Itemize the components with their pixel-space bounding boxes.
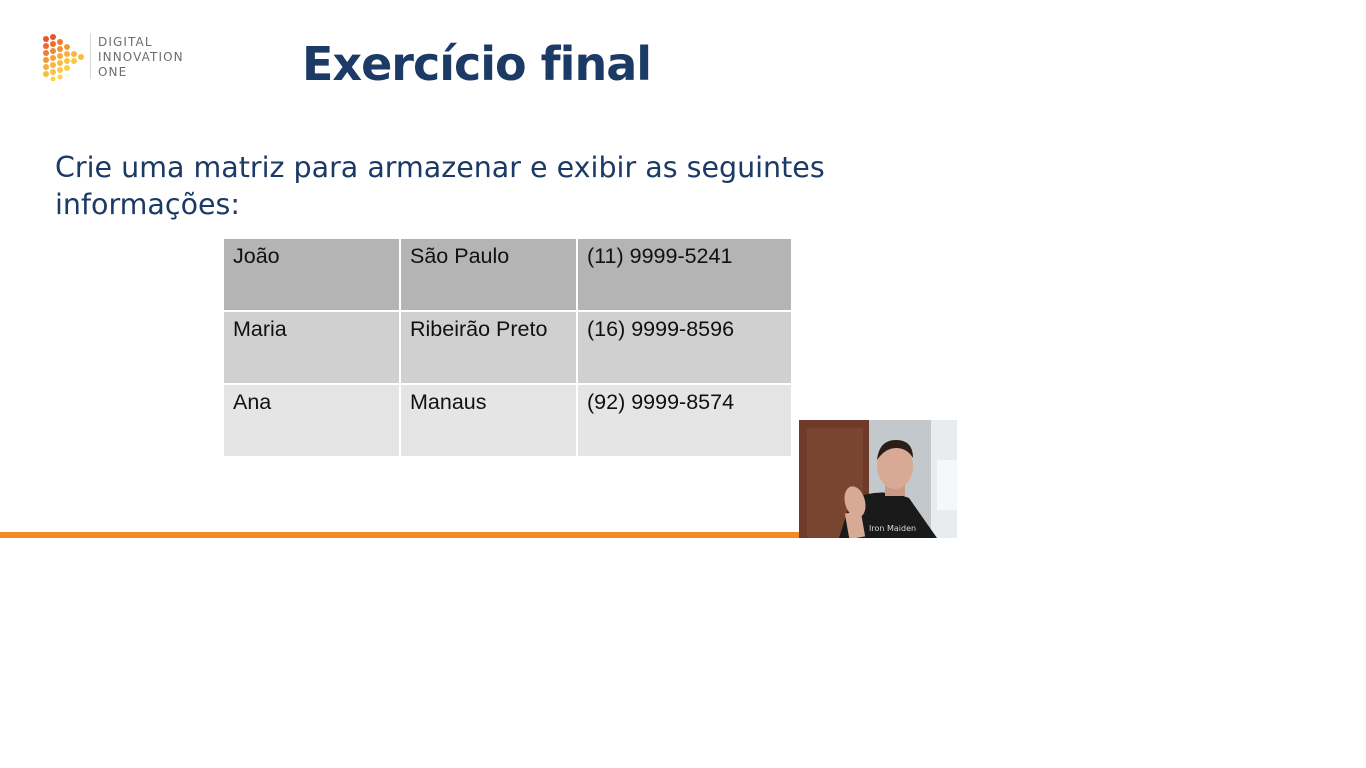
cell-phone: (11) 9999-5241 (576, 237, 793, 312)
cell-city: Ribeirão Preto (399, 310, 578, 385)
logo-wordmark: DIGITAL INNOVATION ONE (98, 33, 184, 80)
logo-divider (90, 33, 91, 79)
accent-bar (0, 532, 800, 538)
cell-city: Manaus (399, 383, 578, 458)
webcam-video: Iron Maiden (799, 420, 957, 538)
logo-line-1: DIGITAL (98, 35, 153, 49)
cell-name: Ana (222, 383, 401, 458)
cell-phone: (16) 9999-8596 (576, 310, 793, 385)
slide-instruction: Crie uma matriz para armazenar e exibir … (55, 151, 825, 221)
info-table: João São Paulo (11) 9999-5241 Maria Ribe… (222, 237, 793, 458)
cell-name: Maria (222, 310, 401, 385)
cell-city: São Paulo (399, 237, 578, 312)
slide-title: Exercício final (302, 37, 652, 91)
table-row: Ana Manaus (92) 9999-8574 (222, 383, 793, 458)
cell-name: João (222, 237, 401, 312)
dio-logo: DIGITAL INNOVATION ONE (42, 33, 184, 81)
table-row: Maria Ribeirão Preto (16) 9999-8596 (222, 310, 793, 385)
logo-line-2: INNOVATION (98, 50, 184, 64)
presenter-image: Iron Maiden (799, 420, 957, 538)
logo-line-3: ONE (98, 65, 128, 79)
shirt-print: Iron Maiden (869, 524, 916, 533)
cell-phone: (92) 9999-8574 (576, 383, 793, 458)
table-row: João São Paulo (11) 9999-5241 (222, 237, 793, 312)
dio-logo-icon (43, 34, 84, 81)
